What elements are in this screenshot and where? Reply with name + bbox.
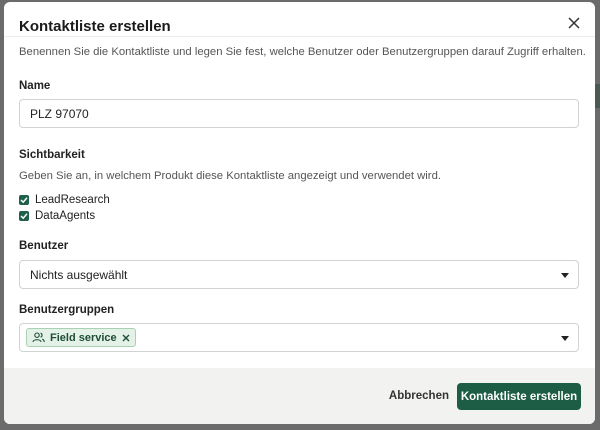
checkbox-checked-icon[interactable] — [19, 195, 29, 205]
cancel-button[interactable]: Abbrechen — [389, 390, 449, 402]
visibility-helper-text: Geben Sie an, in welchem Produkt diese K… — [19, 170, 441, 182]
chip-remove-button[interactable] — [122, 334, 130, 342]
chevron-down-icon — [561, 273, 569, 278]
close-icon — [568, 17, 580, 29]
name-label: Name — [19, 80, 51, 92]
close-button[interactable] — [565, 14, 583, 32]
group-chip-field-service: Field service — [26, 328, 136, 347]
close-icon — [122, 334, 130, 341]
users-select[interactable]: Nichts ausgewählt — [19, 260, 579, 289]
dialog-title: Kontaktliste erstellen — [19, 18, 171, 35]
checkbox-dataagents[interactable]: DataAgents — [19, 210, 95, 222]
chip-label: Field service — [50, 331, 117, 344]
dialog-description: Benennen Sie die Kontaktliste und legen … — [19, 46, 586, 58]
dialog-footer: Abbrechen Kontaktliste erstellen — [4, 368, 595, 424]
header-divider — [4, 36, 595, 37]
visibility-label: Sichtbarkeit — [19, 149, 85, 161]
user-groups-label: Benutzergruppen — [19, 304, 115, 316]
checkbox-label: DataAgents — [35, 210, 96, 222]
name-input[interactable]: PLZ 97070 — [19, 99, 579, 128]
checkbox-leadresearch[interactable]: LeadResearch — [19, 194, 110, 206]
users-select-value: Nichts ausgewählt — [30, 267, 128, 282]
users-label: Benutzer — [19, 240, 69, 252]
users-icon — [32, 332, 45, 343]
checkbox-label: LeadResearch — [35, 194, 110, 206]
chevron-down-icon — [561, 336, 569, 341]
checkbox-checked-icon[interactable] — [19, 211, 29, 221]
create-contact-list-dialog: Kontaktliste erstellen Benennen Sie die … — [4, 2, 595, 424]
user-groups-select[interactable]: Field service — [19, 323, 579, 352]
create-contact-list-button[interactable]: Kontaktliste erstellen — [457, 383, 581, 410]
